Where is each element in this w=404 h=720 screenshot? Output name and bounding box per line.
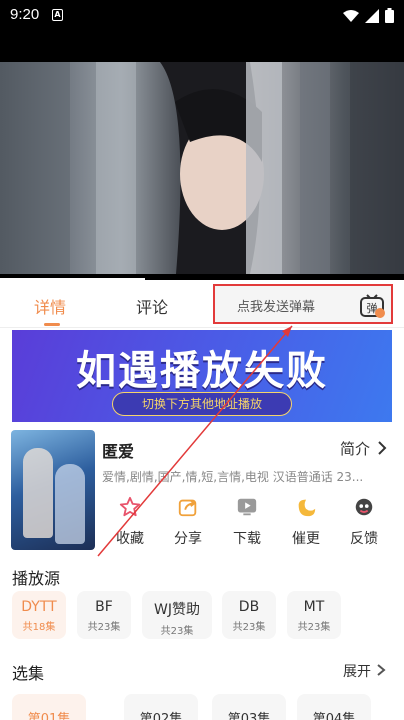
video-scene-image xyxy=(0,62,404,274)
status-time: 9:20 xyxy=(10,6,40,23)
source-count: 共23集 xyxy=(232,622,266,633)
banner-subtitle: 切换下方其他地址播放 xyxy=(112,392,292,416)
episode-item[interactable]: 第04集 xyxy=(297,694,371,720)
show-tags: 爱情,剧情,国产,情,短,言情,电视 汉语普通话 23... xyxy=(102,470,364,484)
source-item[interactable]: WJ赞助 共23集 xyxy=(142,591,212,639)
source-count: 共23集 xyxy=(160,626,194,637)
danmaku-input[interactable]: 点我发送弹幕 弹 xyxy=(213,284,393,324)
urge-update-label: 催更 xyxy=(292,531,320,547)
favorite-label: 收藏 xyxy=(116,531,144,547)
source-item[interactable]: DYTT 共18集 xyxy=(12,591,66,639)
status-bar: 9:20 A xyxy=(0,0,404,30)
status-icons xyxy=(343,8,394,23)
episode-item[interactable]: 第01集 xyxy=(12,694,86,720)
feedback-button[interactable]: 反馈 xyxy=(344,496,384,548)
episodes-title: 选集 xyxy=(12,664,45,683)
chevron-right-icon[interactable] xyxy=(376,440,388,456)
danmaku-toggle-icon[interactable]: 弹 xyxy=(359,292,385,318)
show-title: 匿爱 xyxy=(102,442,135,461)
source-name: BF xyxy=(95,599,113,615)
banner-title: 如遇播放失败 xyxy=(76,348,328,394)
download-button[interactable]: 下载 xyxy=(227,496,267,548)
source-item[interactable]: DB 共23集 xyxy=(222,591,276,639)
chevron-right-icon[interactable] xyxy=(376,663,386,677)
show-poster[interactable] xyxy=(11,430,95,550)
share-icon xyxy=(178,499,197,517)
promo-banner[interactable]: 如遇播放失败 切换下方其他地址播放 xyxy=(12,330,392,422)
video-frame xyxy=(0,62,404,274)
poster-figure xyxy=(55,464,85,544)
sources-title: 播放源 xyxy=(12,569,61,588)
video-player[interactable] xyxy=(0,30,404,280)
danmaku-placeholder: 点我发送弹幕 xyxy=(237,300,316,315)
signal-icon xyxy=(365,8,379,23)
tab-detail[interactable]: 详情 xyxy=(34,294,66,318)
favorite-button[interactable]: 收藏 xyxy=(110,496,150,548)
expand-episodes-button[interactable]: 展开 xyxy=(343,661,371,681)
source-name: MT xyxy=(303,599,325,615)
source-item[interactable]: MT 共23集 xyxy=(287,591,341,639)
source-name: WJ赞助 xyxy=(154,602,200,618)
wifi-icon xyxy=(343,9,359,22)
source-name: DB xyxy=(238,599,260,615)
intro-link[interactable]: 简介 xyxy=(340,438,370,459)
battery-icon xyxy=(385,8,394,23)
star-icon xyxy=(119,496,141,517)
urge-update-button[interactable]: 催更 xyxy=(286,496,326,548)
share-label: 分享 xyxy=(174,531,202,547)
source-name: DYTT xyxy=(21,599,57,615)
source-count: 共23集 xyxy=(87,622,121,633)
episode-item[interactable]: 第03集 xyxy=(212,694,286,720)
download-icon xyxy=(237,498,257,516)
notification-icon: A xyxy=(52,9,63,21)
tab-comment[interactable]: 评论 xyxy=(136,294,168,318)
feedback-icon xyxy=(355,498,373,516)
poster-figure xyxy=(23,448,53,538)
download-label: 下载 xyxy=(233,531,261,547)
source-item[interactable]: BF 共23集 xyxy=(77,591,131,639)
tab-bar: 详情 评论 点我发送弹幕 弹 xyxy=(0,280,404,328)
feedback-label: 反馈 xyxy=(350,531,378,547)
urge-update-icon xyxy=(298,499,316,517)
source-count: 共18集 xyxy=(22,622,56,633)
source-count: 共23集 xyxy=(297,622,331,633)
episode-item[interactable]: 第02集 xyxy=(124,694,198,720)
tab-active-indicator xyxy=(44,323,60,326)
share-button[interactable]: 分享 xyxy=(168,496,208,548)
